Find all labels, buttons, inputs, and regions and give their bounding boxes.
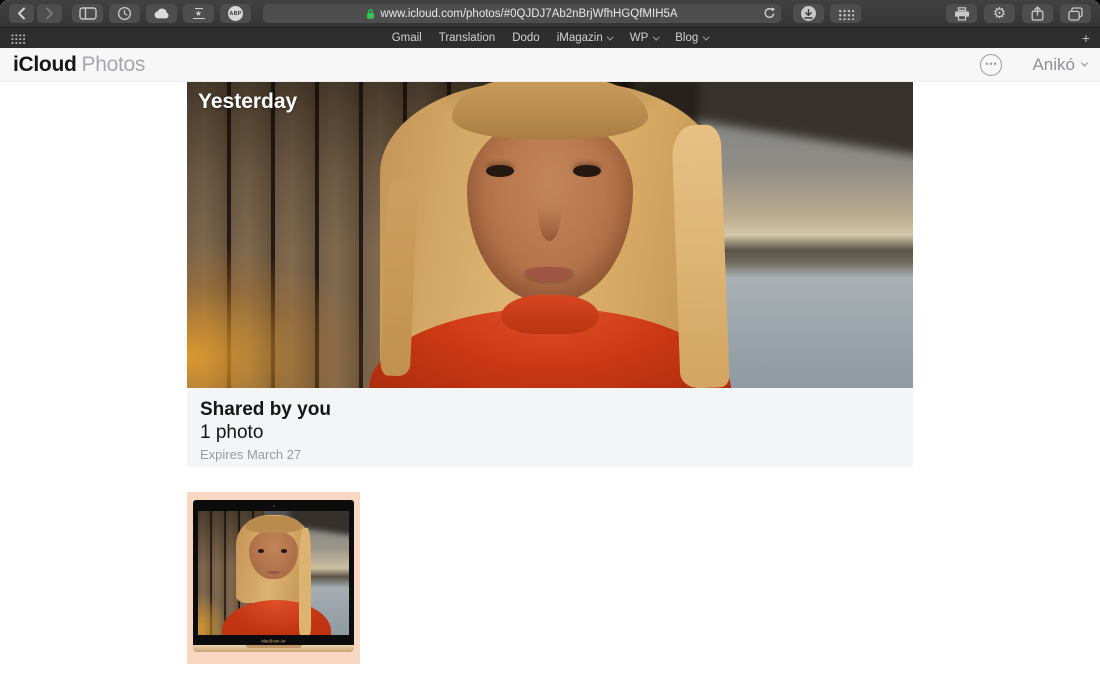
macbook-hinge — [193, 645, 354, 652]
nav-buttons — [9, 4, 62, 23]
star-tray-icon: ★ — [193, 8, 205, 19]
sidebar-button[interactable] — [72, 4, 103, 23]
user-name: Anikó — [1032, 55, 1075, 75]
chevron-right-icon — [45, 7, 54, 20]
macbook-air-label: MacBook Air — [216, 640, 332, 644]
share-title: Shared by you — [200, 398, 900, 421]
bookmark-label: Dodo — [512, 32, 540, 44]
app-name: Photos — [82, 53, 146, 77]
clock-icon — [117, 6, 132, 21]
subject-nose — [538, 183, 561, 241]
macbook-camera-dot — [273, 505, 275, 507]
abp-badge-icon: ABP — [228, 6, 243, 21]
cloud-icon — [153, 8, 170, 19]
subject-bangs — [452, 82, 648, 139]
bookmark-label: Translation — [439, 32, 495, 44]
printer-icon — [954, 7, 970, 21]
user-account-menu[interactable]: Anikó — [1032, 55, 1087, 75]
gear-icon: ⚙ — [993, 6, 1006, 21]
bookmark-items: Gmail Translation Dodo iMagazin WP Blog — [392, 32, 709, 44]
ellipsis-icon: ••• — [985, 60, 997, 69]
header-right: ••• Anikó — [980, 54, 1087, 76]
forward-button[interactable] — [37, 4, 62, 23]
bookmark-folder-wp[interactable]: WP — [630, 32, 659, 44]
back-button[interactable] — [9, 4, 34, 23]
moment-cover-photo[interactable]: Yesterday — [187, 82, 913, 388]
bookmark-label: Blog — [675, 32, 698, 44]
apps-grid-button[interactable] — [830, 4, 861, 23]
lock-icon — [366, 8, 375, 20]
icloud-brand: iCloud — [13, 53, 77, 77]
macbook-screen — [198, 511, 349, 635]
address-bar[interactable]: www.icloud.com/photos/#0QJDJ7Ab2nBrjWfhH… — [263, 4, 781, 23]
bookmarks-bar: Gmail Translation Dodo iMagazin WP Blog … — [0, 28, 1100, 48]
share-button[interactable] — [1022, 4, 1053, 23]
more-options-button[interactable]: ••• — [980, 54, 1002, 76]
bookmark-dodo[interactable]: Dodo — [512, 32, 540, 44]
icloud-photos-header: iCloud Photos ••• Anikó — [0, 48, 1100, 82]
reload-button[interactable] — [763, 7, 776, 20]
macbook-hinge-notch — [246, 645, 302, 648]
tab-overview-button[interactable] — [1060, 4, 1091, 23]
bookmark-translation[interactable]: Translation — [439, 32, 495, 44]
mini-subject-lips — [267, 571, 279, 575]
share-photo-count: 1 photo — [200, 421, 900, 444]
safari-window: ★ ABP www.icloud.com/photos/#0QJDJ7Ab2nB… — [0, 0, 1100, 688]
mini-subject-hair-strand — [299, 528, 311, 635]
favorites-grid-icon[interactable] — [10, 33, 25, 44]
macbook-lid: MacBook Air — [193, 500, 354, 645]
print-button[interactable] — [946, 4, 977, 23]
chevron-left-icon — [17, 7, 26, 20]
icloud-tabs-button[interactable] — [146, 4, 177, 23]
settings-button[interactable]: ⚙ — [984, 4, 1015, 23]
photo-thumbnail[interactable]: MacBook Air — [187, 492, 360, 664]
chevron-down-icon — [1081, 60, 1088, 67]
subject-hair-strand-right — [672, 124, 730, 388]
adblock-extension-button[interactable]: ABP — [220, 4, 251, 23]
mini-subject-bangs — [245, 516, 302, 533]
bookmark-folder-imagazin[interactable]: iMagazin — [557, 32, 613, 44]
photos-content: Yesterday Shared by you 1 photo Expires … — [0, 82, 1100, 688]
toolbar-right-cluster: ⚙ — [946, 4, 1091, 23]
dots-grid-icon — [837, 8, 854, 20]
download-button[interactable] — [793, 4, 824, 23]
sidebar-icon — [79, 7, 97, 20]
subject-collar — [501, 295, 599, 335]
chevron-down-icon — [652, 33, 659, 40]
browser-toolbar: ★ ABP www.icloud.com/photos/#0QJDJ7Ab2nB… — [0, 0, 1100, 28]
shared-album-info: Shared by you 1 photo Expires March 27 — [187, 388, 913, 467]
bookmark-folder-blog[interactable]: Blog — [675, 32, 708, 44]
history-button[interactable] — [109, 4, 140, 23]
chevron-down-icon — [607, 33, 614, 40]
moment-title: Yesterday — [198, 90, 297, 114]
download-circle-icon — [801, 6, 816, 21]
bookmark-label: Gmail — [392, 32, 422, 44]
bookmark-label: iMagazin — [557, 32, 603, 44]
share-expiry: Expires March 27 — [200, 447, 900, 462]
favorites-button[interactable]: ★ — [183, 4, 214, 23]
new-tab-button[interactable]: + — [1082, 31, 1090, 45]
url-text: www.icloud.com/photos/#0QJDJ7Ab2nBrjWfhH… — [380, 8, 677, 20]
chevron-down-icon — [702, 33, 709, 40]
share-icon — [1031, 6, 1044, 21]
reload-icon — [763, 7, 776, 20]
tabs-icon — [1068, 7, 1083, 21]
portrait-subject — [361, 82, 739, 388]
bookmark-gmail[interactable]: Gmail — [392, 32, 422, 44]
bookmark-label: WP — [630, 32, 649, 44]
